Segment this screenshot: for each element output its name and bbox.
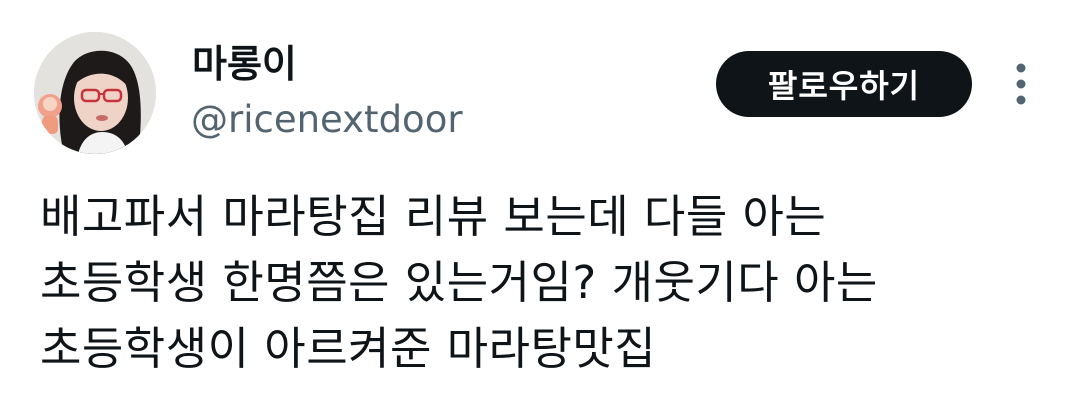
tweet-card: 마롱이 @ricenextdoor 팔로우하기 배고파서 마라탕집 리뷰 보는데…	[0, 0, 1080, 403]
author-display-name[interactable]: 마롱이	[192, 40, 297, 88]
tweet-text-line: 배고파서 마라탕집 리뷰 보는데 다들 아는	[40, 190, 827, 243]
tweet-text-line: 초등학생이 아르켜준 마라탕맛집	[40, 322, 657, 375]
tweet-text-line: 초등학생 한명쯤은 있는거임? 개웃기다 아는	[40, 256, 878, 309]
follow-button[interactable]: 팔로우하기	[716, 51, 972, 117]
author-handle[interactable]: @ricenextdoor	[191, 96, 463, 144]
more-options-button[interactable]	[1004, 58, 1038, 110]
avatar-image	[34, 32, 156, 154]
avatar[interactable]	[34, 32, 156, 154]
more-vertical-icon	[1016, 63, 1026, 105]
tweet-text: 배고파서 마라탕집 리뷰 보는데 다들 아는 초등학생 한명쯤은 있는거임? 개…	[40, 184, 1050, 382]
